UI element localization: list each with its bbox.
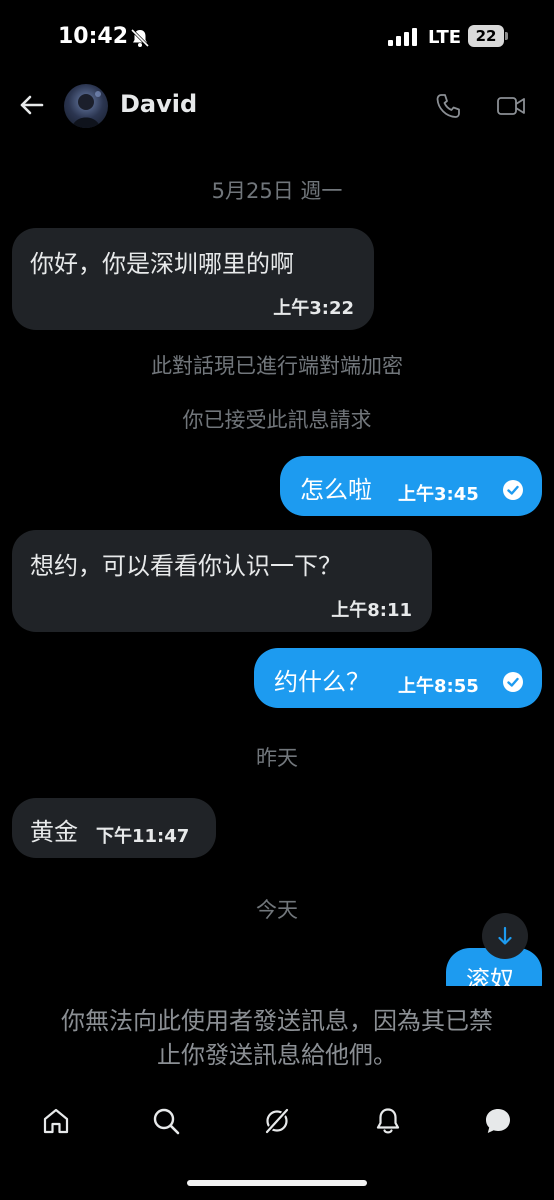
encryption-notice: 此對話現已進行端對端加密 xyxy=(151,354,403,378)
signal-icon xyxy=(388,28,417,46)
message-text: 想约，可以看看你认识一下？ xyxy=(30,552,342,580)
back-arrow-icon[interactable] xyxy=(14,88,48,122)
phone-icon[interactable] xyxy=(434,92,462,120)
video-camera-icon[interactable] xyxy=(496,92,526,120)
scroll-to-bottom-button[interactable] xyxy=(482,913,528,959)
request-accepted-notice: 你已接受此訊息請求 xyxy=(182,408,372,432)
message-text: 约什么？ xyxy=(274,668,370,696)
blocked-notice-line-1: 你無法向此使用者發送訊息，因為其已禁 xyxy=(61,1007,493,1035)
message-time: 上午8:55 xyxy=(398,676,479,697)
message-time: 上午3:45 xyxy=(398,484,479,505)
bell-off-icon xyxy=(130,28,150,48)
home-indicator xyxy=(187,1180,367,1186)
message-clip: 滚奴 xyxy=(0,900,554,986)
message-bubble-incoming[interactable]: 你好，你是深圳哪里的啊 上午3:22 xyxy=(12,228,374,330)
blocked-notice: 你無法向此使用者發送訊息，因為其已禁 止你發送訊息給他們。 xyxy=(20,1004,534,1072)
message-text: 黄金 xyxy=(30,818,78,846)
read-check-icon xyxy=(503,480,523,500)
blocked-notice-line-2: 止你發送訊息給他們。 xyxy=(157,1041,397,1069)
avatar-image xyxy=(72,91,101,128)
contact-name[interactable]: David xyxy=(120,90,197,118)
read-check-icon xyxy=(503,672,523,692)
message-bubble-outgoing[interactable]: 约什么？ 上午8:55 xyxy=(254,648,542,708)
message-bubble-incoming[interactable]: 想约，可以看看你认识一下？ 上午8:11 xyxy=(12,530,432,632)
bottom-navigation xyxy=(0,1096,554,1156)
message-bubble-outgoing[interactable]: 怎么啦 上午3:45 xyxy=(280,456,542,516)
battery-cap xyxy=(505,32,508,40)
search-icon[interactable] xyxy=(151,1106,181,1136)
message-bubble-incoming[interactable]: 黄金 下午11:47 xyxy=(12,798,216,858)
battery-indicator: 22 xyxy=(468,25,504,47)
status-time: 10:42 xyxy=(58,24,129,49)
message-time: 上午3:22 xyxy=(273,298,354,319)
grok-icon[interactable] xyxy=(262,1106,292,1136)
network-type: LTE xyxy=(428,27,462,48)
message-text: 怎么啦 xyxy=(300,476,372,504)
date-separator: 5月25日 週一 xyxy=(211,179,343,203)
home-icon[interactable] xyxy=(41,1106,71,1136)
avatar[interactable] xyxy=(64,84,108,128)
notifications-icon[interactable] xyxy=(373,1106,403,1136)
message-text: 你好，你是深圳哪里的啊 xyxy=(30,250,294,278)
message-text: 滚奴 xyxy=(466,966,514,986)
message-time: 上午8:11 xyxy=(331,600,412,621)
conversation-header: David xyxy=(0,72,554,140)
message-time: 下午11:47 xyxy=(96,826,190,847)
date-separator: 昨天 xyxy=(256,746,298,770)
status-bar: 10:42 LTE 22 xyxy=(0,0,554,72)
arrow-down-icon xyxy=(498,926,512,945)
messages-icon[interactable] xyxy=(483,1106,513,1136)
